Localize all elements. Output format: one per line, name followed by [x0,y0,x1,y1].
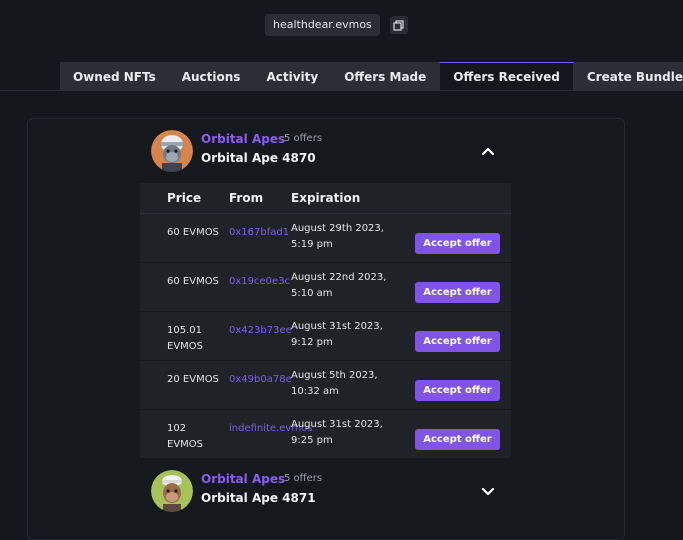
table-row: 60 EVMOS 0x19ce0e3c August 22nd 2023, 5:… [140,263,511,312]
nft-avatar [151,130,193,172]
collection-name[interactable]: Orbital Apes [201,132,285,146]
tab-divider [0,90,683,91]
offer-from-link[interactable]: 0x49b0a78e [229,372,292,388]
column-price: Price [167,191,202,205]
accept-offer-button[interactable]: Accept offer [415,282,500,303]
offer-from-link[interactable]: 0x167bfad1 [229,225,289,241]
offer-price: 60 EVMOS [167,276,219,287]
offer-price: 102 EVMOS [167,423,204,450]
nft-name: Orbital Ape 4870 [201,151,316,165]
offer-price: 20 EVMOS [167,374,219,385]
offer-price: 105.01 EVMOS [167,325,204,352]
table-row: 20 EVMOS 0x49b0a78e August 5th 2023, 10:… [140,361,511,410]
copy-address-button[interactable] [389,16,408,34]
offer-from-link[interactable]: 0x423b73ee [229,323,292,339]
table-header: Price From Expiration [140,183,511,214]
tab-owned-nfts[interactable]: Owned NFTs [60,62,169,91]
accept-offer-button[interactable]: Accept offer [415,233,500,254]
collection-name[interactable]: Orbital Apes [201,472,285,486]
offer-expiration: August 5th 2023, 10:32 am [291,370,378,397]
table-row: 102 EVMOS indefinite.evmos August 31st 2… [140,410,511,458]
offer-from-link[interactable]: indefinite.evmos [229,421,312,437]
chevron-up-icon[interactable] [481,146,495,156]
collection-header[interactable]: Orbital Apes 5 offers Orbital Ape 4870 [151,130,511,174]
tab-auctions[interactable]: Auctions [168,62,254,91]
wallet-name: healthdear.evmos [265,14,380,36]
tab-activity[interactable]: Activity [253,62,332,91]
offers-table: Price From Expiration 60 EVMOS 0x167bfad… [140,183,511,458]
tab-offers-made[interactable]: Offers Made [331,62,440,91]
nft-avatar [151,470,193,512]
wallet-header: healthdear.evmos [265,14,408,36]
chevron-down-icon[interactable] [481,486,495,496]
accept-offer-button[interactable]: Accept offer [415,331,500,352]
table-row: 105.01 EVMOS 0x423b73ee August 31st 2023… [140,312,511,361]
accept-offer-button[interactable]: Accept offer [415,380,500,401]
column-expiration: Expiration [291,191,361,205]
tab-offers-received[interactable]: Offers Received [439,62,574,91]
offer-count: 5 offers [284,473,323,484]
accept-offer-button[interactable]: Accept offer [415,429,500,450]
offer-price: 60 EVMOS [167,227,219,238]
offer-expiration: August 22nd 2023, 5:10 am [291,272,387,299]
offer-from-link[interactable]: 0x19ce0e3c [229,274,290,290]
tab-bar: Owned NFTs Auctions Activity Offers Made… [60,62,683,91]
offer-count: 5 offers [284,133,323,144]
collection-header[interactable]: Orbital Apes 5 offers Orbital Ape 4871 [151,470,511,514]
offer-expiration: August 29th 2023, 5:19 pm [291,223,384,250]
copy-icon [393,19,404,31]
offer-expiration: August 31st 2023, 9:12 pm [291,321,383,348]
column-from: From [229,191,264,205]
table-row: 60 EVMOS 0x167bfad1 August 29th 2023, 5:… [140,214,511,263]
nft-name: Orbital Ape 4871 [201,491,316,505]
offer-expiration: August 31st 2023, 9:25 pm [291,419,383,446]
tab-create-bundle[interactable]: Create Bundle [573,62,683,91]
